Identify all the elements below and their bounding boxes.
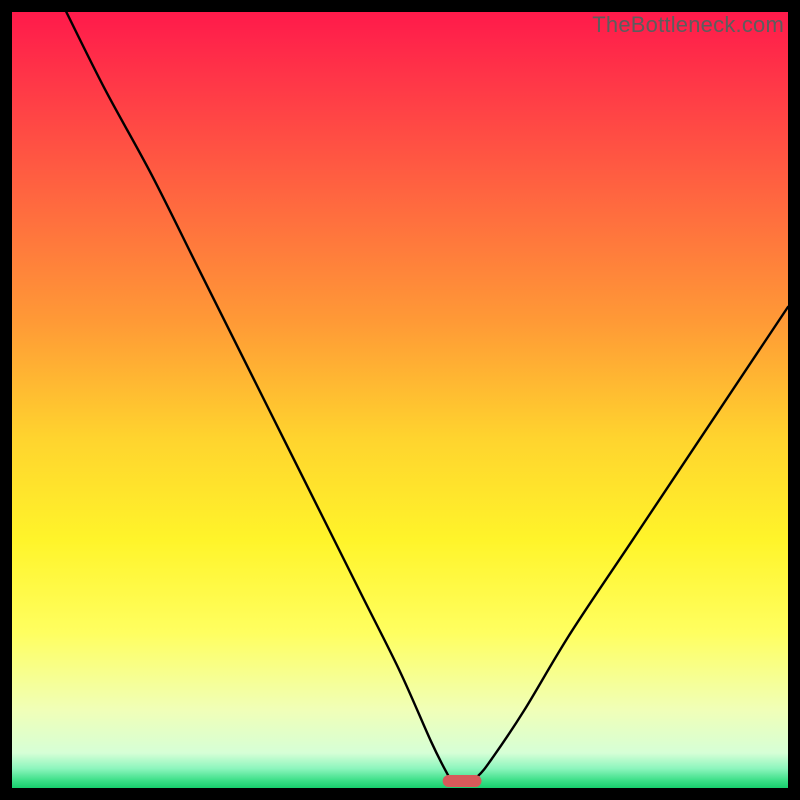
optimal-marker	[443, 775, 482, 787]
watermark-text: TheBottleneck.com	[592, 12, 784, 38]
chart-svg	[12, 12, 788, 788]
chart-frame: TheBottleneck.com	[12, 12, 788, 788]
